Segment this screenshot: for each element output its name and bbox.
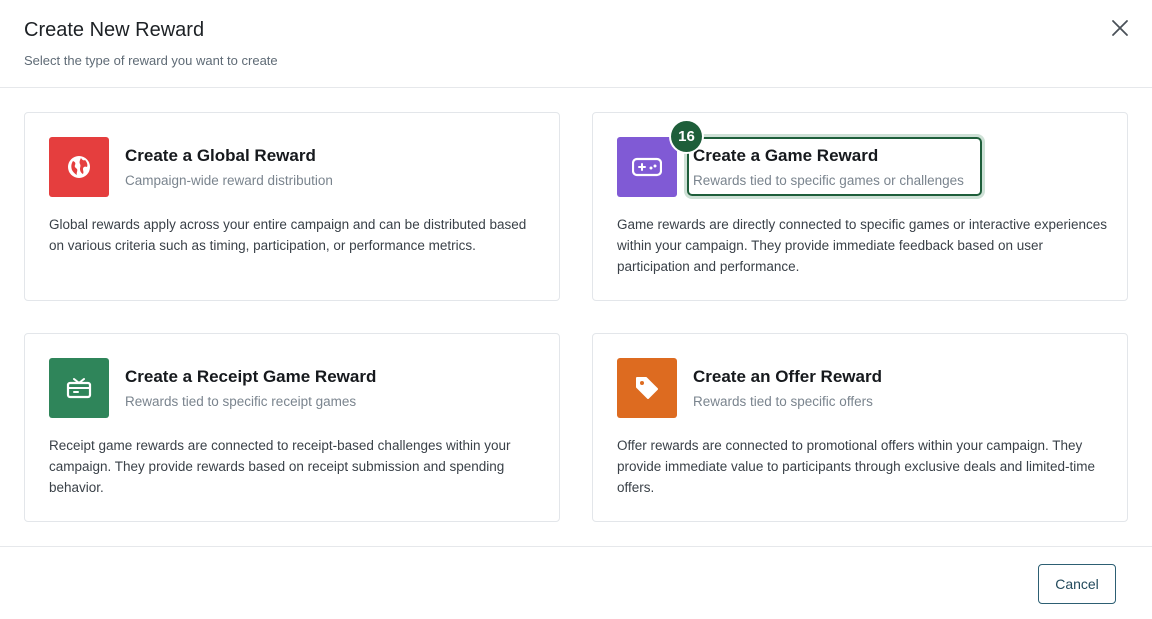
gamepad-icon-tile — [617, 137, 677, 197]
card-description: Game rewards are directly connected to s… — [617, 217, 1107, 274]
create-reward-modal: Create New Reward Select the type of rew… — [0, 0, 1152, 619]
card-title: Create a Global Reward — [125, 146, 316, 165]
gamepad-icon — [632, 157, 662, 177]
cancel-button[interactable]: Cancel — [1038, 564, 1116, 604]
tag-icon-tile — [617, 358, 677, 418]
ticket-icon-tile — [49, 358, 109, 418]
globe-icon-tile — [49, 137, 109, 197]
card-title: Create an Offer Reward — [693, 367, 882, 386]
card-subtitle: Rewards tied to specific games or challe… — [693, 173, 964, 188]
card-description: Receipt game rewards are connected to re… — [49, 438, 511, 495]
tag-icon — [636, 377, 658, 399]
game-reward-card[interactable]: Create a Game Reward Rewards tied to spe… — [592, 112, 1128, 301]
card-subtitle: Rewards tied to specific offers — [693, 394, 873, 409]
global-reward-card[interactable]: Create a Global Reward Campaign-wide rew… — [24, 112, 560, 301]
card-subtitle: Rewards tied to specific receipt games — [125, 394, 357, 409]
modal-header: Create New Reward Select the type of rew… — [0, 0, 1152, 88]
ticket-icon — [66, 378, 92, 399]
close-icon — [1112, 20, 1128, 36]
card-subtitle: Campaign-wide reward distribution — [125, 173, 333, 188]
modal-subtitle: Select the type of reward you want to cr… — [24, 53, 278, 68]
modal-footer: Cancel — [0, 546, 1152, 619]
step-badge: 16 — [671, 121, 702, 152]
close-button[interactable] — [1106, 14, 1134, 42]
modal-title: Create New Reward — [24, 19, 205, 41]
card-title: Create a Game Reward — [693, 146, 879, 165]
globe-icon — [68, 156, 90, 178]
card-description: Global rewards apply across your entire … — [49, 217, 527, 253]
receipt-game-reward-card[interactable]: Create a Receipt Game Reward Rewards tie… — [24, 333, 560, 522]
card-title: Create a Receipt Game Reward — [125, 367, 377, 386]
offer-reward-card[interactable]: Create an Offer Reward Rewards tied to s… — [592, 333, 1128, 522]
card-description: Offer rewards are connected to promotion… — [617, 438, 1095, 495]
